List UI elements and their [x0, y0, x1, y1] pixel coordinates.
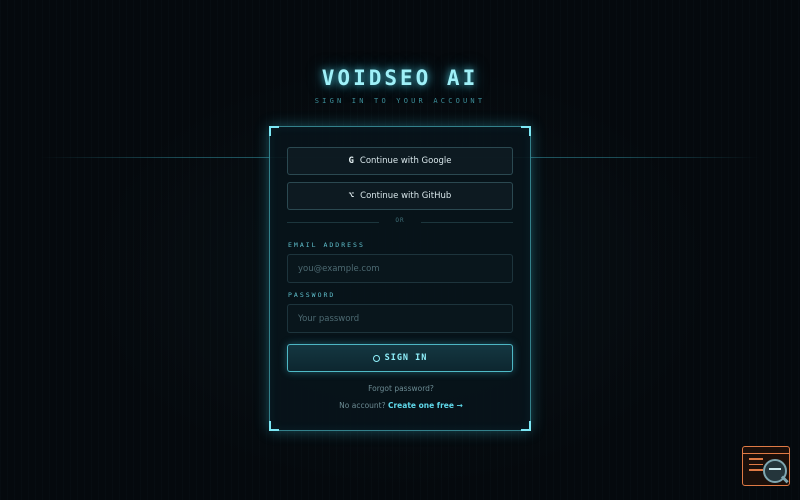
- sign-in-label: SIGN IN: [384, 353, 428, 363]
- code-lines: [749, 458, 763, 475]
- sign-in-button[interactable]: SIGN IN: [287, 344, 513, 372]
- email-label: EMAIL ADDRESS: [288, 241, 365, 249]
- magnifier-handle: [781, 475, 789, 483]
- corner-accent: [269, 126, 279, 136]
- window-bar: [743, 447, 789, 454]
- google-button-label: Continue with Google: [359, 156, 452, 166]
- continue-with-google-button[interactable]: G Continue with Google: [287, 147, 513, 175]
- password-label: PASSWORD: [288, 291, 336, 299]
- login-card: G Continue with Google ⌥ Continue with G…: [269, 126, 531, 431]
- corner-accent: [269, 421, 279, 431]
- corner-accent: [521, 421, 531, 431]
- divider-line: [421, 222, 513, 223]
- login-page: VOIDSEO AI SIGN IN TO YOUR ACCOUNT G Con…: [0, 0, 800, 500]
- magnifier-line: [769, 468, 781, 470]
- brand-title: VOIDSEO AI: [321, 66, 479, 90]
- corner-accent: [521, 126, 531, 136]
- browser-inspect-icon[interactable]: [742, 446, 790, 486]
- github-icon: ⌥: [348, 191, 355, 201]
- create-account-link[interactable]: Create one free →: [388, 401, 463, 410]
- brand-subtitle: SIGN IN TO YOUR ACCOUNT: [314, 97, 486, 105]
- ring-icon: [372, 354, 380, 362]
- forgot-password-link[interactable]: Forgot password?: [270, 384, 532, 393]
- password-field[interactable]: [287, 304, 513, 333]
- github-button-label: Continue with GitHub: [360, 191, 452, 201]
- no-account-row: No account? Create one free →: [270, 401, 532, 410]
- email-field[interactable]: [287, 254, 513, 283]
- or-divider: OR: [287, 216, 513, 228]
- continue-with-github-button[interactable]: ⌥ Continue with GitHub: [287, 182, 513, 210]
- no-account-text: No account?: [339, 401, 386, 410]
- google-icon: G: [348, 156, 354, 166]
